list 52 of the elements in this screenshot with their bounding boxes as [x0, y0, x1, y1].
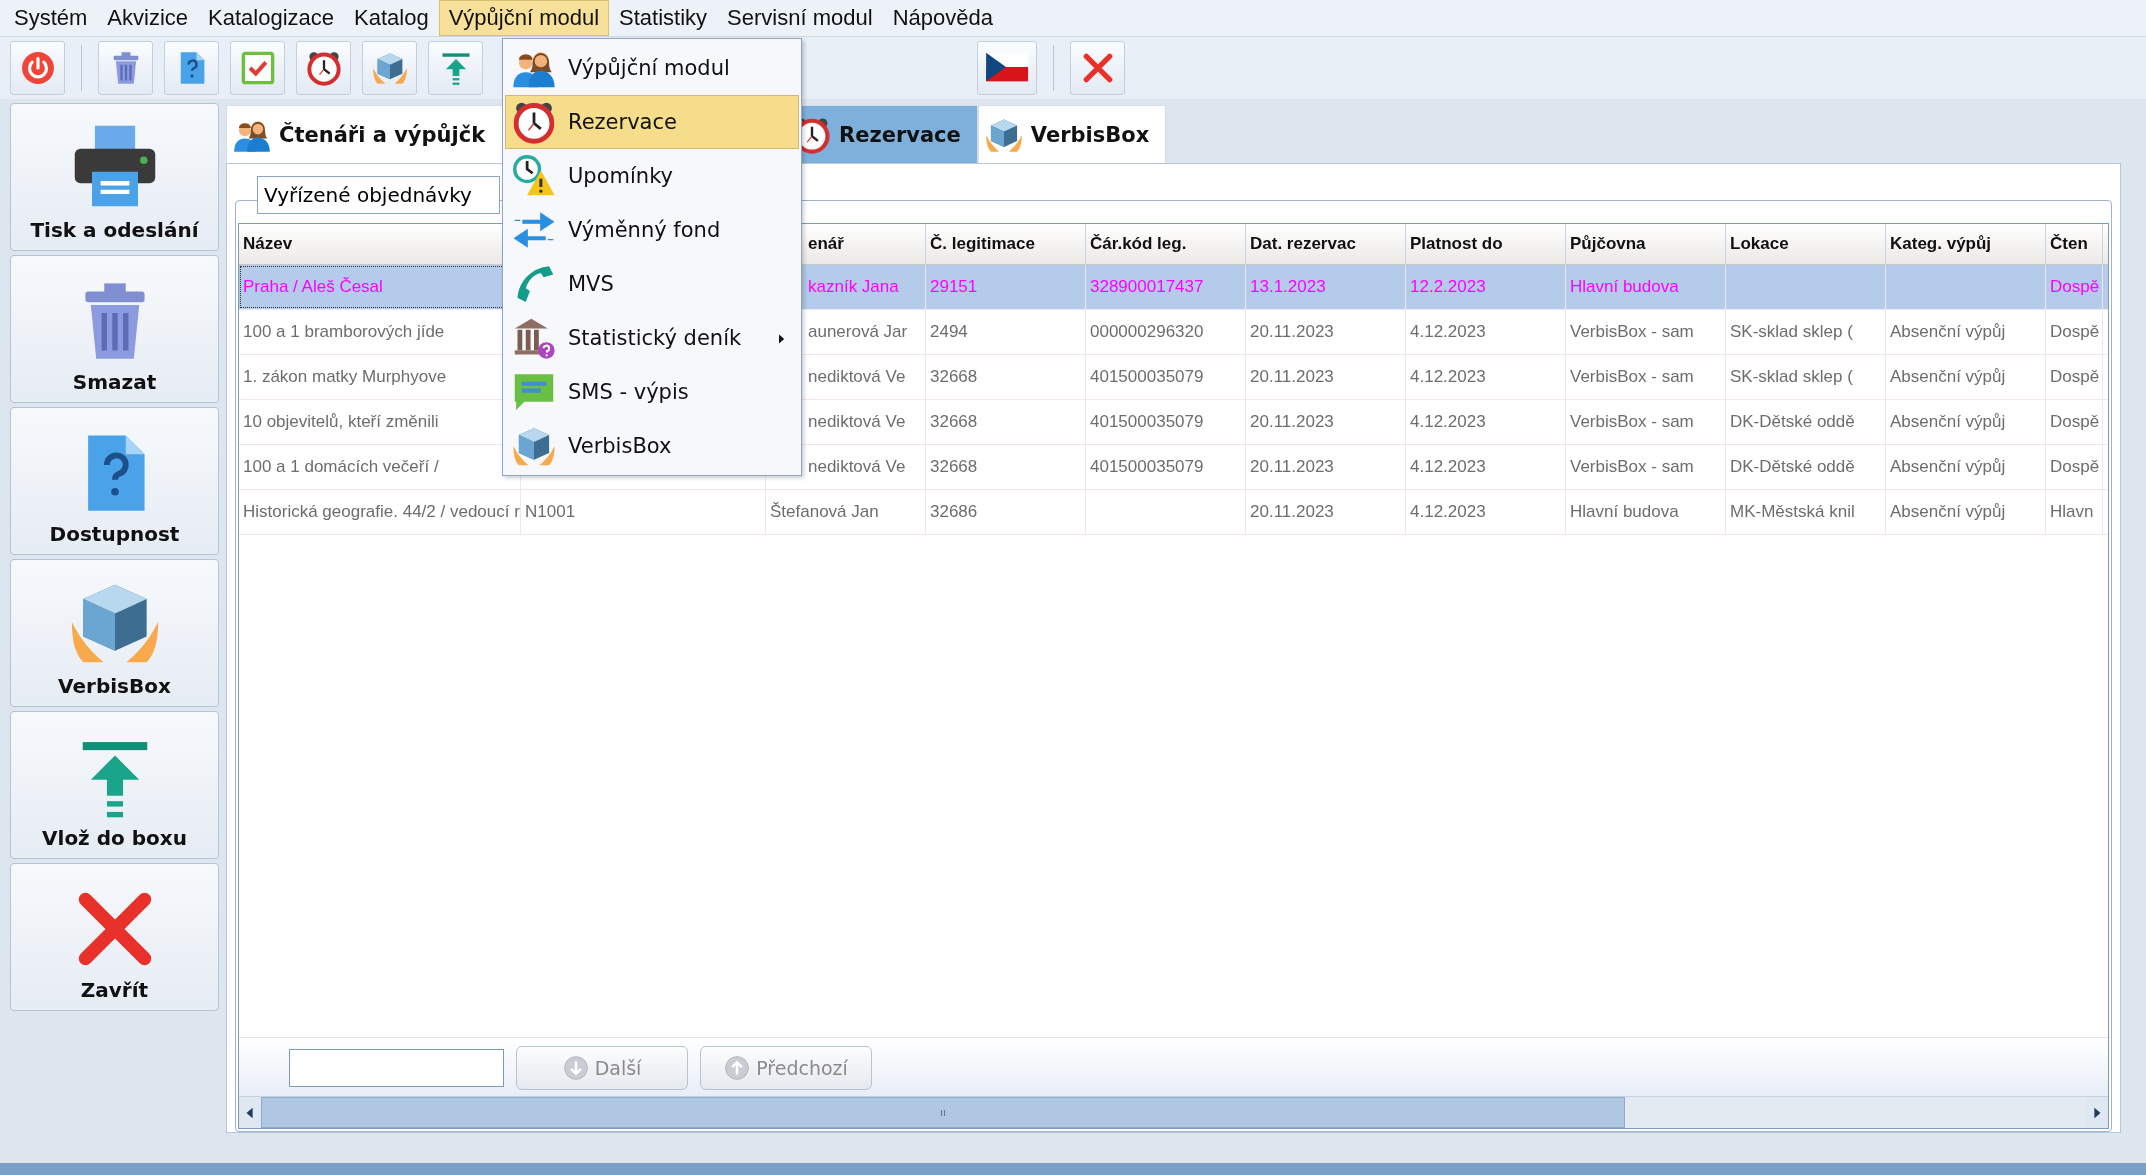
table-cell: 20.11.2023 [1250, 322, 1334, 342]
table-cell: 32668 [930, 367, 978, 387]
table-cell: 13.1.2023 [1250, 277, 1326, 297]
table-cell: DK-Dětské oddě [1730, 457, 1855, 477]
table-cell: 2494 [930, 322, 968, 342]
table-cell: 32686 [930, 502, 978, 522]
table-cell: Štefanová Jan [770, 502, 879, 522]
table-cell: 4.12.2023 [1410, 322, 1486, 342]
table-cell: SK-sklad sklep ( [1730, 367, 1853, 387]
table-cell: Hlavní budova [1570, 502, 1679, 522]
table-cell: Dospě [2050, 322, 2100, 342]
table-cell: kazník Jana [808, 277, 899, 297]
table-cell: 4.12.2023 [1410, 502, 1486, 522]
table-cell: 401500035079 [1090, 412, 1204, 432]
table-cell: nediktová Ve [808, 457, 906, 477]
table-cell: aunerová Jar [808, 322, 908, 342]
table-cell: 4.12.2023 [1410, 412, 1486, 432]
table-cell: 401500035079 [1090, 367, 1204, 387]
table-cell: Dospě [2050, 412, 2100, 432]
table-cell: Dospě [2050, 277, 2100, 297]
table-cell: 401500035079 [1090, 457, 1204, 477]
table-cell: 32668 [930, 412, 978, 432]
table-cell: N1001 [525, 502, 576, 522]
table-cell: Absenční výpůj [1890, 367, 2006, 387]
table-cell: Hlavní budova [1570, 277, 1679, 297]
table-cell: 4.12.2023 [1410, 367, 1486, 387]
table-cell: Dospě [2050, 367, 2100, 387]
table-cell: VerbisBox - sam [1570, 412, 1694, 432]
table-cell: Dospě [2050, 457, 2100, 477]
table-cell: Absenční výpůj [1890, 322, 2006, 342]
table-cell: Hlavn [2050, 502, 2094, 522]
table-cell: nediktová Ve [808, 412, 906, 432]
table-cell: 000000296320 [1090, 322, 1204, 342]
table-cell: MK-Městská knil [1730, 502, 1855, 522]
table-cell: VerbisBox - sam [1570, 322, 1694, 342]
table-cell: nediktová Ve [808, 367, 906, 387]
table-cell: VerbisBox - sam [1570, 367, 1694, 387]
table-cell: 20.11.2023 [1250, 457, 1334, 477]
table-cell: DK-Dětské oddě [1730, 412, 1855, 432]
table-cell: SK-sklad sklep ( [1730, 322, 1853, 342]
table-cell: Absenční výpůj [1890, 412, 2006, 432]
table-cell: 12.2.2023 [1410, 277, 1486, 297]
table-cell: 20.11.2023 [1250, 412, 1334, 432]
table-cell: Absenční výpůj [1890, 502, 2006, 522]
table-cell: 29151 [930, 277, 978, 297]
table-cell: 328900017437 [1090, 277, 1204, 297]
table-cell: 4.12.2023 [1410, 457, 1486, 477]
table-cell: 20.11.2023 [1250, 367, 1334, 387]
table-cell: Absenční výpůj [1890, 457, 2006, 477]
table-cell: 32668 [930, 457, 978, 477]
table-cell: 20.11.2023 [1250, 502, 1334, 522]
table-cell: VerbisBox - sam [1570, 457, 1694, 477]
